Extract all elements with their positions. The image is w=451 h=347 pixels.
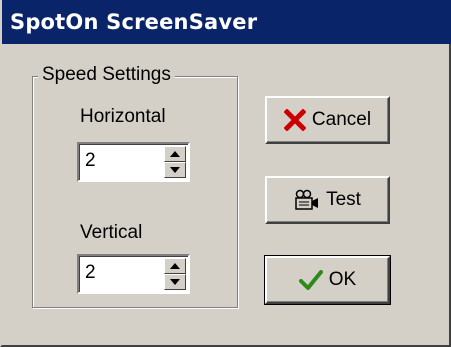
vertical-spin-up-button[interactable] — [164, 258, 186, 274]
arrow-up-icon — [170, 151, 180, 157]
vertical-spin-buttons — [164, 258, 186, 290]
test-label: Test — [326, 189, 361, 210]
title-bar: SpotOn ScreenSaver — [2, 0, 451, 44]
vertical-spin-down-button[interactable] — [164, 274, 186, 290]
arrow-down-icon — [170, 167, 180, 173]
arrow-up-icon — [170, 263, 180, 269]
arrow-down-icon — [170, 279, 180, 285]
vertical-spinbox[interactable]: 2 — [77, 254, 190, 294]
ok-button[interactable]: OK — [264, 255, 391, 305]
projector-icon — [294, 188, 320, 212]
horizontal-spin-buttons — [164, 146, 186, 178]
horizontal-label: Horizontal — [80, 106, 166, 127]
horizontal-spin-down-button[interactable] — [164, 162, 186, 178]
vertical-label: Vertical — [80, 222, 143, 243]
speed-settings-label: Speed Settings — [38, 63, 175, 87]
horizontal-spinbox[interactable]: 2 — [77, 142, 190, 182]
vertical-value[interactable]: 2 — [85, 260, 96, 286]
horizontal-spin-up-button[interactable] — [164, 146, 186, 162]
test-button[interactable]: Test — [265, 176, 390, 224]
x-icon — [283, 108, 307, 132]
cancel-button[interactable]: Cancel — [265, 96, 390, 144]
ok-label: OK — [328, 269, 357, 290]
checkmark-icon — [298, 269, 323, 291]
horizontal-value[interactable]: 2 — [85, 148, 96, 174]
dialog-window: SpotOn ScreenSaver Speed Settings Horizo… — [0, 0, 451, 347]
cancel-label: Cancel — [311, 109, 372, 130]
